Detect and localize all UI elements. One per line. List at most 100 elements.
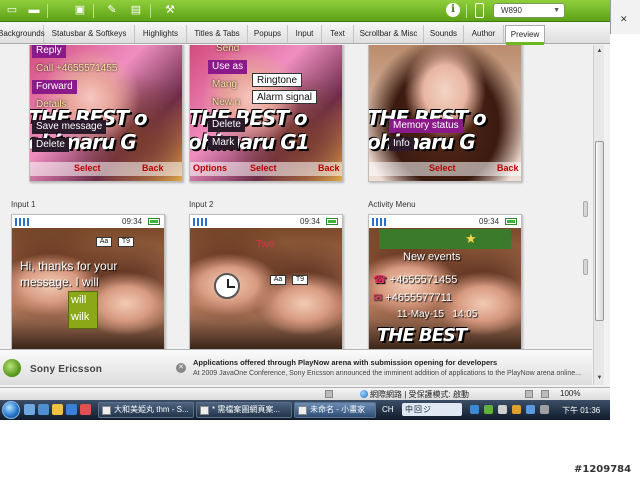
save-icon[interactable]: ▣ — [72, 3, 88, 18]
help-icon[interactable] — [470, 405, 479, 414]
status-icon — [325, 390, 333, 398]
explorer-icon[interactable] — [38, 404, 49, 415]
side-handle[interactable] — [583, 201, 588, 217]
news-title[interactable]: Applications offered through PlayNow are… — [193, 358, 497, 367]
tab-highlights[interactable]: Highlights — [135, 25, 187, 43]
preview-shot-input-2[interactable]: 09:34 Two Aa T9 — [189, 214, 343, 354]
ie-icon[interactable] — [66, 404, 77, 415]
event-timestamp: 11-May-15 14:05 — [397, 309, 478, 320]
app-icon[interactable] — [80, 404, 91, 415]
folder-open-icon[interactable]: ▬ — [26, 3, 42, 18]
close-icon[interactable]: ✕ — [176, 363, 186, 373]
tab-popups[interactable]: Popups — [248, 25, 288, 43]
task-label: 未命名 - 小畫家 — [310, 405, 366, 414]
folder-icon[interactable] — [52, 404, 63, 415]
softkey-bar: Select Back — [30, 162, 182, 176]
menu-item: Reply — [32, 45, 66, 58]
battery-icon — [326, 218, 338, 225]
browser-status-bar: 網際網路 | 受保護模式: 啟動 100% — [0, 387, 610, 400]
input-text-line: message. I will — [20, 275, 99, 289]
input-text-line: Hi, thanks for your — [20, 259, 118, 273]
network-icon[interactable] — [484, 405, 493, 414]
side-handle[interactable] — [583, 259, 588, 275]
security-zone[interactable]: 網際網路 | 受保護模式: 啟動 — [370, 389, 469, 400]
brand-name: Sony Ericsson — [30, 364, 103, 375]
softkey-back: Back — [497, 163, 519, 173]
scroll-thumb[interactable] — [595, 141, 604, 321]
task-label: * 需檔案圖網頁案... — [212, 405, 281, 414]
news-body: At 2009 JavaOne Conference, Sony Ericsso… — [193, 370, 581, 377]
language-indicator[interactable]: CH — [382, 405, 394, 414]
tab-statusbar-softkeys[interactable]: Statusbar & Softkeys — [44, 25, 135, 43]
text-icon[interactable]: ▤ — [128, 3, 144, 18]
t9-key: T9 — [292, 275, 308, 285]
preview-shot-message-menu[interactable]: Reply Call +4655571455 Forward Details T… — [29, 45, 183, 182]
t9-suggestion-list: will wilk — [68, 291, 98, 329]
task-button[interactable]: * 需檔案圖網頁案... — [196, 402, 292, 418]
tab-scrollbar-misc[interactable]: Scrollbar & Misc — [354, 25, 424, 43]
tab-input[interactable]: Input — [288, 25, 322, 43]
ime-toolbar[interactable]: 中回ジ — [402, 403, 462, 416]
settings-icon[interactable]: ⚒ — [162, 3, 178, 18]
preview-shot-activity-menu[interactable]: 09:34 ★ New events ☎ +4655571455 ✉ +4655… — [368, 214, 522, 354]
tab-sounds[interactable]: Sounds — [424, 25, 464, 43]
zoom-level[interactable]: 100% — [560, 389, 580, 398]
tray-app-icon[interactable] — [540, 405, 549, 414]
event-number: +4655571455 — [389, 274, 458, 286]
softkey-options: Options — [193, 163, 227, 173]
phone-model-value: W890 — [501, 6, 522, 15]
phone-time: 09:34 — [122, 217, 143, 226]
desktop-icon[interactable] — [24, 404, 35, 415]
tray-app-icon[interactable] — [526, 405, 535, 414]
system-tray: CH 中回ジ 下午 01:36 — [378, 401, 610, 419]
globe-icon — [360, 390, 368, 398]
background-window-edge: ✕ — [610, 0, 640, 34]
phone-time: 09:34 — [300, 217, 321, 226]
phone-model-select[interactable]: W890 ▼ — [493, 3, 565, 18]
tab-text[interactable]: Text — [322, 25, 354, 43]
tab-author[interactable]: Author — [464, 25, 504, 43]
battery-icon — [505, 218, 517, 225]
scroll-up-icon[interactable]: ▲ — [595, 47, 604, 56]
case-key: Aa — [96, 237, 112, 247]
close-icon[interactable]: ✕ — [620, 14, 628, 25]
message-icon: ✉ — [373, 292, 383, 304]
preview-shot-input-1[interactable]: 09:34 Aa T9 Hi, thanks for your message.… — [11, 214, 165, 354]
color-icon[interactable]: ✎ — [104, 3, 120, 18]
toolbar-separator — [93, 4, 94, 18]
preview-shot-memory-menu[interactable]: THE BEST o Memory status ohimaru G Info … — [368, 45, 522, 182]
event-item: ☎ +4655571455 — [373, 273, 457, 286]
tab-backgrounds[interactable]: Backgrounds — [0, 25, 45, 43]
t9-key: T9 — [118, 237, 134, 247]
top-toolbar: ▭ ▬ ▣ ✎ ▤ ⚒ i W890 ▼ — [0, 0, 610, 22]
star-icon: ★ — [465, 231, 477, 246]
vertical-scrollbar[interactable]: ▲ ▼ — [593, 45, 604, 385]
signal-icon — [372, 218, 386, 226]
tray-app-icon[interactable] — [512, 405, 521, 414]
start-button[interactable] — [2, 401, 20, 419]
paint-icon — [298, 406, 307, 415]
phone-time: 09:34 — [479, 217, 500, 226]
menu-item: Ringtone — [252, 73, 303, 87]
preview-shot-file-menu[interactable]: Send Use as Ringtone Mang Alarm signal N… — [189, 45, 343, 182]
folder-icon[interactable]: ▭ — [4, 3, 20, 18]
menu-item: Send — [216, 45, 240, 54]
task-button[interactable]: 未命名 - 小畫家 — [294, 402, 376, 418]
caption-activity-menu: Activity Menu — [368, 200, 416, 209]
favorites-icon[interactable] — [525, 390, 533, 398]
info-icon[interactable]: i — [446, 3, 460, 17]
tab-titles-tabs[interactable]: Titles & Tabs — [187, 25, 248, 43]
volume-icon[interactable] — [498, 405, 507, 414]
sony-ericsson-logo-icon — [3, 359, 21, 377]
menu-item: Mang — [212, 79, 238, 90]
settings-icon[interactable] — [541, 390, 549, 398]
toolbar-separator — [466, 4, 467, 18]
phone-status-row: 09:34 — [12, 215, 164, 228]
scroll-down-icon[interactable]: ▼ — [595, 374, 604, 383]
softkey-select: Select — [429, 163, 456, 173]
task-button[interactable]: 大和美姫丸 thm - S... — [98, 402, 194, 418]
caption-input-2: Input 2 — [189, 200, 214, 209]
softkey-bar: Select Back — [369, 162, 521, 176]
taskbar-clock[interactable]: 下午 01:36 — [562, 405, 600, 416]
tab-preview[interactable]: Preview — [505, 25, 545, 45]
